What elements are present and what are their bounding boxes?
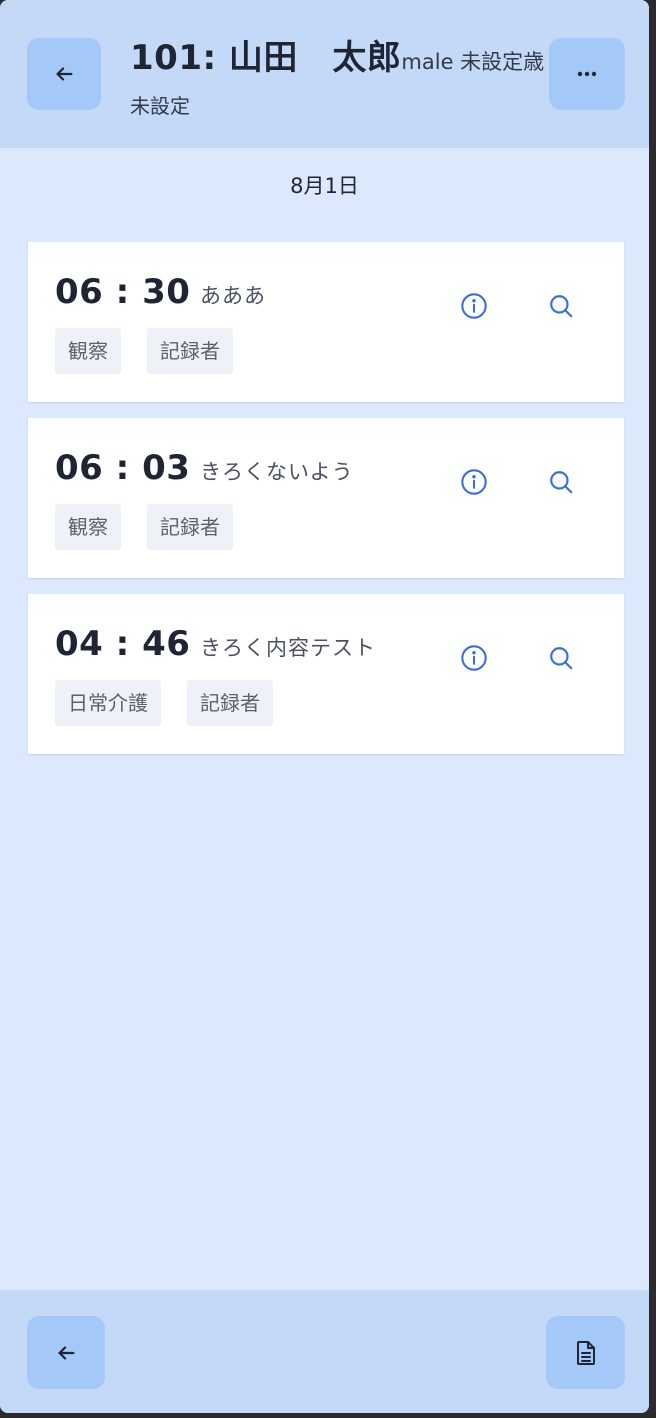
record-category-tag: 観察 <box>55 328 121 374</box>
search-icon <box>550 647 573 670</box>
record-time: 06 : 03 <box>55 448 191 488</box>
arrow-left-icon <box>58 1345 75 1360</box>
record-category-tag: 観察 <box>55 504 121 550</box>
search-icon <box>550 471 573 494</box>
record-search-button[interactable] <box>541 462 581 502</box>
date-label: 8月1日 <box>290 174 359 198</box>
patient-meta: male 未設定歳 <box>401 50 545 74</box>
record-category-tag: 日常介護 <box>55 680 161 726</box>
record-search-button[interactable] <box>541 638 581 678</box>
search-icon <box>550 295 573 318</box>
app-frame: 101: 山田 太郎male 未設定歳 未設定 8月1日 06 : 30 あああ… <box>0 0 649 1413</box>
record-tags: 観察 記録者 <box>55 504 233 550</box>
info-icon <box>461 469 487 495</box>
record-info-button[interactable] <box>454 286 494 326</box>
info-icon <box>461 293 487 319</box>
record-card: 04 : 46 きろく内容テスト 日常介護 記録者 <box>28 594 624 754</box>
record-info-button[interactable] <box>454 462 494 502</box>
record-content: あああ <box>200 284 266 308</box>
record-search-button[interactable] <box>541 286 581 326</box>
record-author-tag: 記録者 <box>147 504 233 550</box>
record-time: 06 : 30 <box>55 272 191 312</box>
record-author-tag: 記録者 <box>187 680 273 726</box>
record-card: 06 : 03 きろくないよう 観察 記録者 <box>28 418 624 578</box>
document-button[interactable] <box>546 1316 625 1389</box>
record-time: 04 : 46 <box>55 624 191 664</box>
record-author-tag: 記録者 <box>147 328 233 374</box>
record-card: 06 : 30 あああ 観察 記録者 <box>28 242 624 402</box>
record-info-button[interactable] <box>454 638 494 678</box>
more-menu-button[interactable] <box>549 38 625 110</box>
document-icon <box>576 1340 595 1365</box>
back-button[interactable] <box>27 38 101 110</box>
record-content: きろく内容テスト <box>200 636 376 660</box>
footer-back-button[interactable] <box>27 1316 105 1389</box>
info-icon <box>461 645 487 671</box>
patient-name: 101: 山田 太郎 <box>130 38 402 78</box>
record-tags: 観察 記録者 <box>55 328 233 374</box>
patient-subtitle: 未設定 <box>130 94 190 118</box>
record-content: きろくないよう <box>200 460 354 484</box>
footer-bar <box>0 1290 649 1413</box>
patient-title: 101: 山田 太郎male 未設定歳 <box>130 30 544 79</box>
more-horizontal-icon <box>577 71 597 77</box>
record-tags: 日常介護 記録者 <box>55 680 273 726</box>
header-bar: 101: 山田 太郎male 未設定歳 未設定 <box>0 0 649 148</box>
arrow-left-icon <box>56 67 73 81</box>
